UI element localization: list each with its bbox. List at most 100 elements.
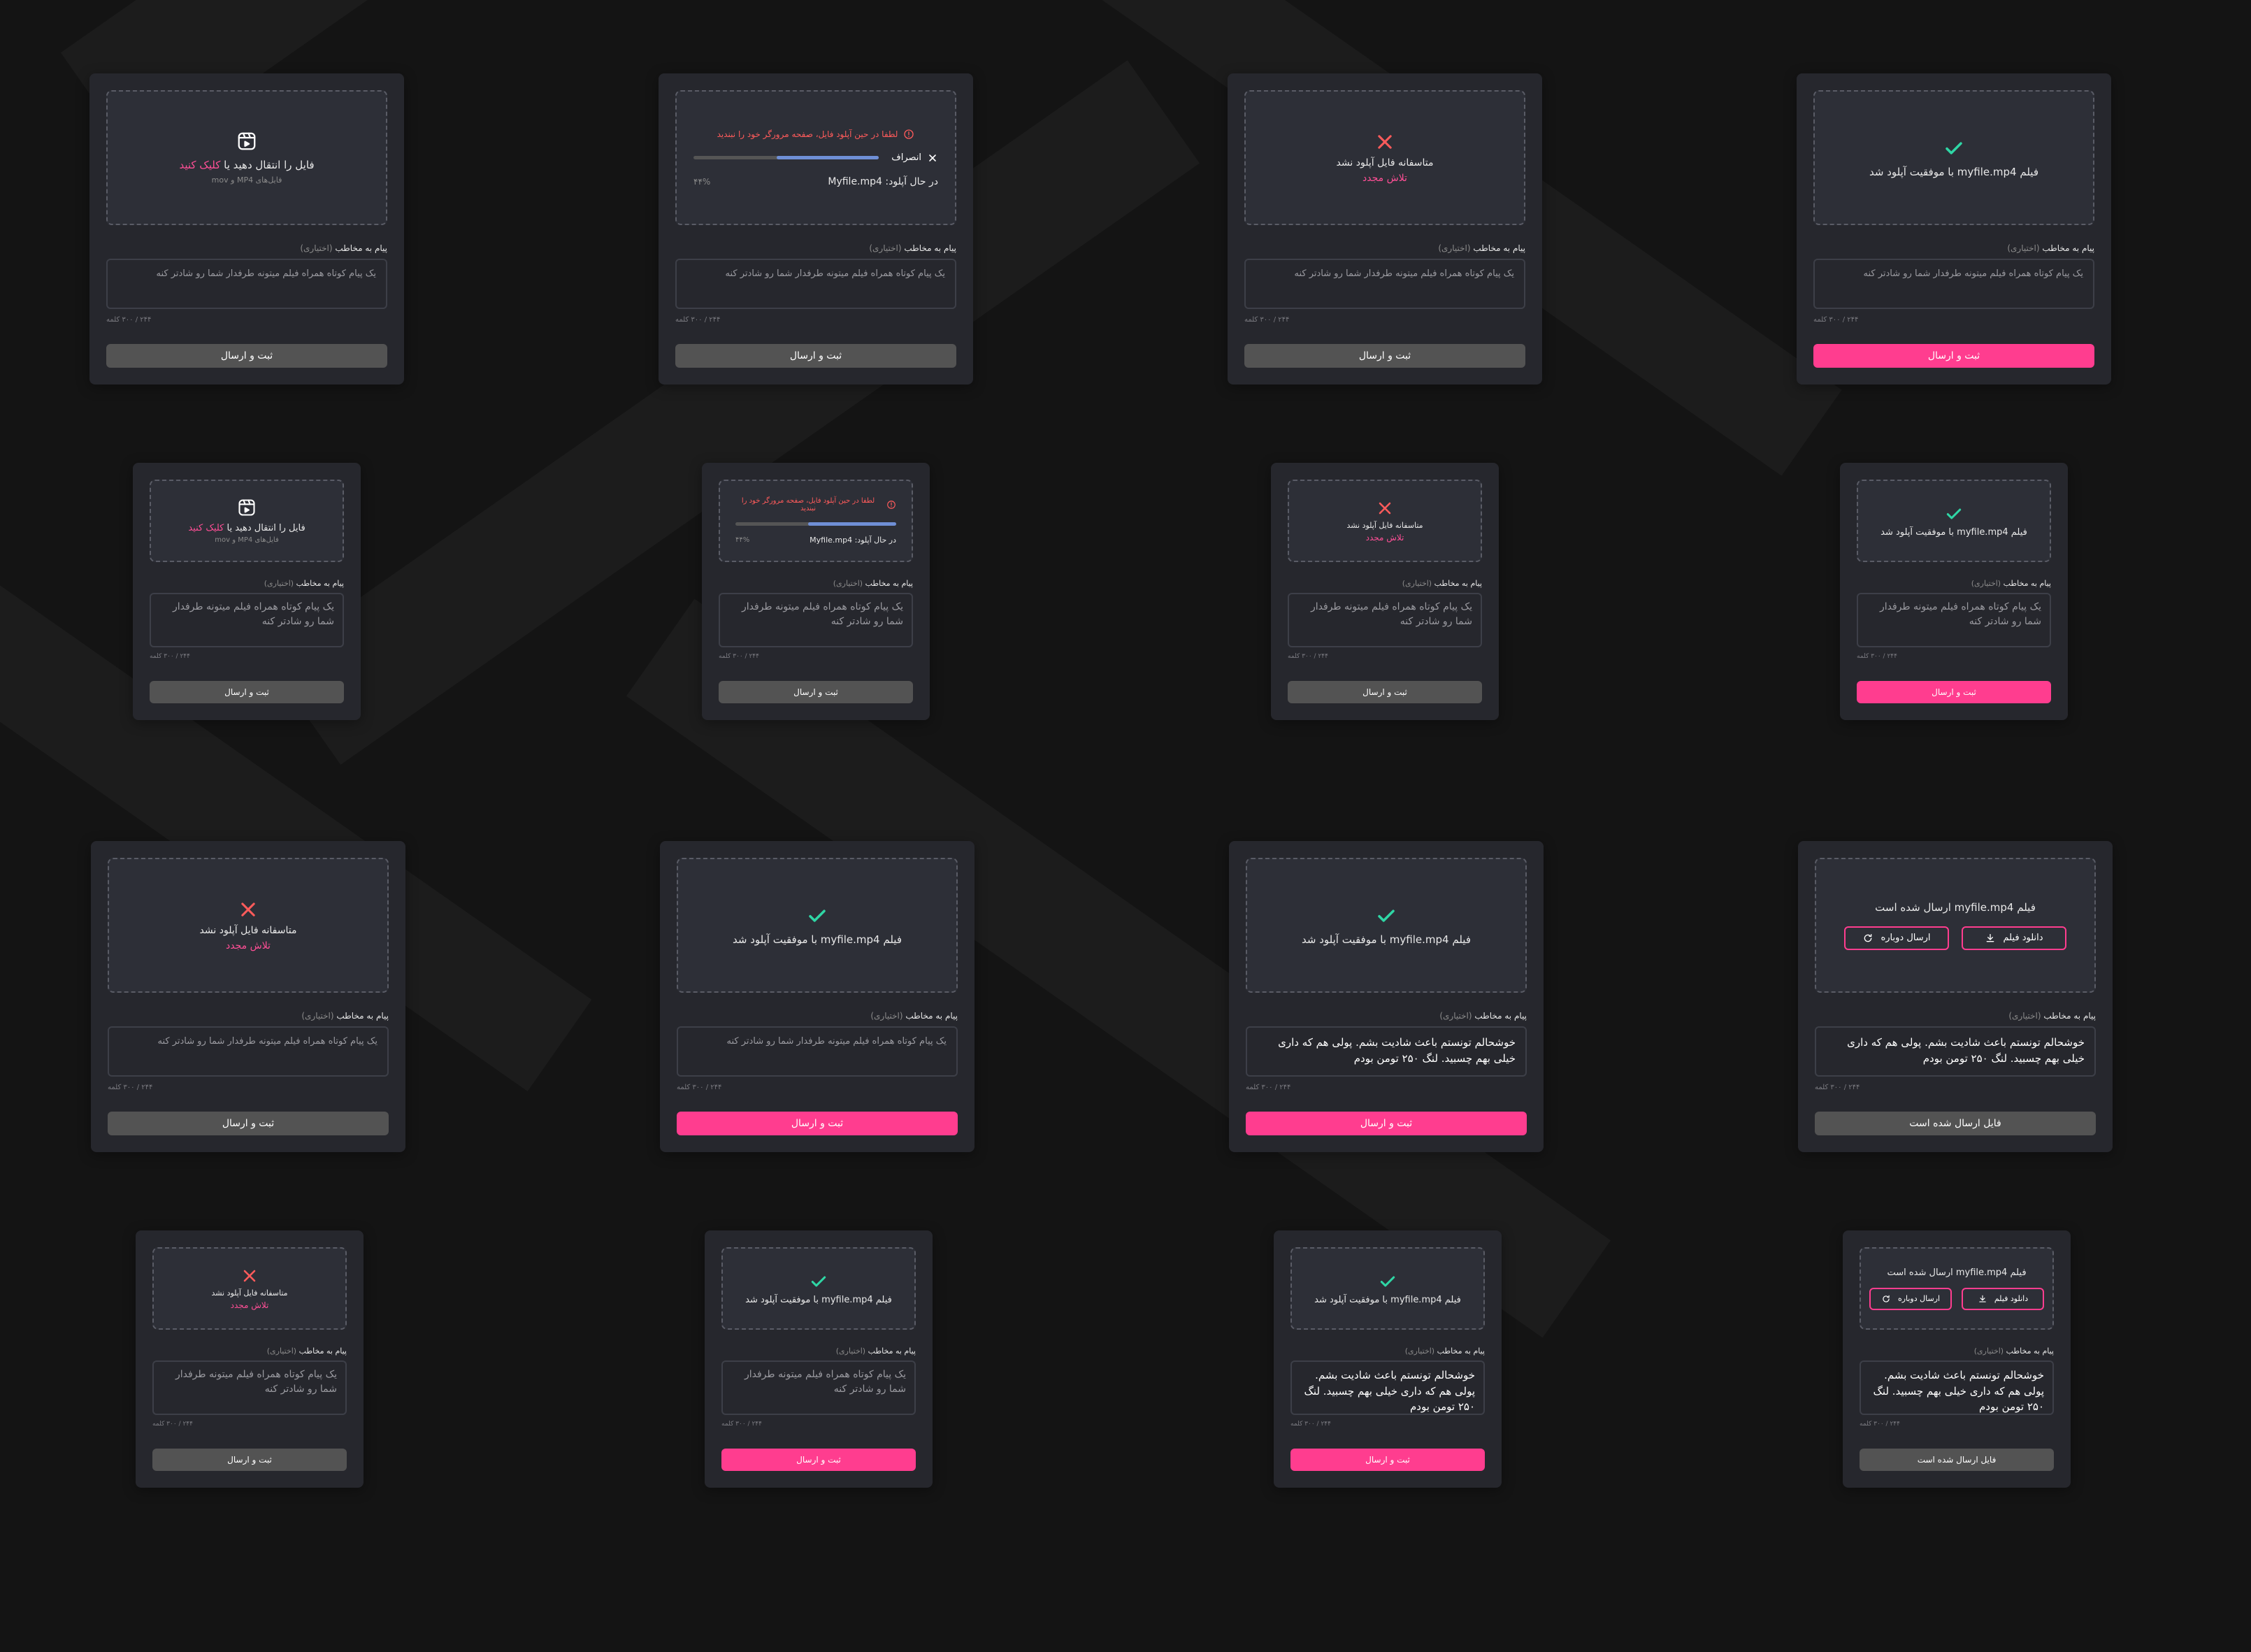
word-counter: ۲۴۴ / ۳۰۰ کلمه bbox=[677, 1084, 722, 1091]
success-message: فیلم myfile.mp4 با موفقیت آپلود شد bbox=[1880, 526, 2027, 538]
drop-zone[interactable]: فیلم myfile.mp4 با موفقیت آپلود شد bbox=[1813, 90, 2094, 225]
file-formats: فایل‌های MP4 و mov bbox=[211, 175, 282, 185]
drop-zone[interactable]: فیلم myfile.mp4 با موفقیت آپلود شد bbox=[1857, 480, 2051, 562]
message-textarea[interactable]: خوشحالم تونستم باعث شادیت بشم. پولی هم ک… bbox=[1246, 1026, 1527, 1077]
download-video-button[interactable]: دانلود فیلم bbox=[1962, 926, 2066, 950]
error-x-icon bbox=[1375, 132, 1395, 152]
resend-button[interactable]: ارسال دوباره bbox=[1869, 1287, 1952, 1310]
word-counter: ۲۴۴ / ۳۰۰ کلمه bbox=[675, 316, 721, 324]
progress-bar bbox=[693, 156, 879, 159]
upload-card: متاسفانه فایل آپلود نشد تلاش مجدد پیام ب… bbox=[1228, 73, 1542, 385]
word-counter: ۲۴۴ / ۳۰۰ کلمه bbox=[1857, 653, 1897, 660]
submit-button[interactable]: ثبت و ارسال bbox=[1244, 344, 1525, 368]
message-textarea[interactable]: خوشحالم تونستم باعث شادیت بشم. پولی هم ک… bbox=[1860, 1360, 2054, 1415]
submit-button[interactable]: ثبت و ارسال bbox=[108, 1112, 389, 1135]
file-sent-button[interactable]: فایل ارسال شده است bbox=[1815, 1112, 2096, 1135]
drop-zone[interactable]: متاسفانه فایل آپلود نشد تلاش مجدد bbox=[1288, 480, 1482, 562]
message-label: پیام به مخاطب (اختیاری) bbox=[266, 1346, 347, 1356]
message-label: پیام به مخاطب (اختیاری) bbox=[870, 1011, 958, 1021]
success-message: فیلم myfile.mp4 با موفقیت آپلود شد bbox=[1314, 1294, 1461, 1305]
download-video-button[interactable]: دانلود فیلم bbox=[1962, 1287, 2044, 1310]
message-label: پیام به مخاطب (اختیاری) bbox=[1971, 579, 2051, 588]
message-textarea[interactable]: یک پیام کوتاه همراه فیلم میتونه طرفدار ش… bbox=[721, 1360, 916, 1415]
retry-link[interactable]: تلاش مجدد bbox=[231, 1300, 269, 1310]
download-icon bbox=[1985, 933, 1996, 944]
video-icon bbox=[237, 498, 257, 517]
drop-zone[interactable]: فیلم myfile.mp4 با موفقیت آپلود شد bbox=[721, 1247, 916, 1330]
message-textarea[interactable]: یک پیام کوتاه همراه فیلم میتونه طرفدار ش… bbox=[152, 1360, 347, 1415]
click-link[interactable]: کلیک کنید bbox=[188, 523, 224, 533]
message-textarea[interactable]: یک پیام کوتاه همراه فیلم میتونه طرفدار ش… bbox=[675, 259, 956, 309]
submit-button[interactable]: ثبت و ارسال bbox=[106, 344, 387, 368]
message-label: پیام به مخاطب (اختیاری) bbox=[833, 579, 913, 588]
message-textarea[interactable]: خوشحالم تونستم باعث شادیت بشم. پولی هم ک… bbox=[1290, 1360, 1485, 1415]
submit-button[interactable]: ثبت و ارسال bbox=[150, 681, 344, 703]
file-sent-button[interactable]: فایل ارسال شده است bbox=[1860, 1449, 2054, 1471]
drop-zone[interactable]: فیلم myfile.mp4 با موفقیت آپلود شد bbox=[1290, 1247, 1485, 1330]
error-x-icon bbox=[241, 1267, 258, 1284]
submit-button[interactable]: ثبت و ارسال bbox=[719, 681, 913, 703]
drop-zone[interactable]: فیلم myfile.mp4 ارسال شده است دانلود فیل… bbox=[1815, 858, 2096, 993]
submit-button[interactable]: ثبت و ارسال bbox=[1288, 681, 1482, 703]
message-textarea[interactable]: یک پیام کوتاه همراه فیلم میتونه طرفدار ش… bbox=[1244, 259, 1525, 309]
drop-zone[interactable]: متاسفانه فایل آپلود نشد تلاش مجدد bbox=[108, 858, 389, 993]
message-label: پیام به مخاطب (اختیاری) bbox=[869, 243, 956, 253]
message-textarea[interactable]: یک پیام کوتاه همراه فیلم میتونه طرفدار ش… bbox=[719, 593, 913, 647]
drop-zone[interactable]: فیلم myfile.mp4 ارسال شده است دانلود فیل… bbox=[1860, 1247, 2054, 1330]
click-link[interactable]: کلیک کنید bbox=[179, 159, 220, 171]
drop-zone[interactable]: فایل را انتقال دهید یا کلیک کنید فایل‌ها… bbox=[106, 90, 387, 225]
retry-link[interactable]: تلاش مجدد bbox=[1362, 173, 1407, 184]
word-counter: ۲۴۴ / ۳۰۰ کلمه bbox=[1815, 1084, 1860, 1091]
message-textarea[interactable]: یک پیام کوتاه همراه فیلم میتونه طرفدار ش… bbox=[1813, 259, 2094, 309]
word-counter: ۲۴۴ / ۳۰۰ کلمه bbox=[1860, 1421, 1900, 1428]
submit-button[interactable]: ثبت و ارسال bbox=[675, 344, 956, 368]
message-textarea[interactable]: یک پیام کوتاه همراه فیلم میتونه طرفدار ش… bbox=[677, 1026, 958, 1077]
sent-message: فیلم myfile.mp4 ارسال شده است bbox=[1875, 900, 2036, 914]
word-counter: ۲۴۴ / ۳۰۰ کلمه bbox=[1246, 1084, 1291, 1091]
submit-button[interactable]: ثبت و ارسال bbox=[721, 1449, 916, 1471]
submit-button[interactable]: ثبت و ارسال bbox=[1813, 344, 2094, 368]
message-textarea[interactable]: یک پیام کوتاه همراه فیلم میتونه طرفدار ش… bbox=[106, 259, 387, 309]
word-counter: ۲۴۴ / ۳۰۰ کلمه bbox=[1244, 316, 1290, 324]
submit-button[interactable]: ثبت و ارسال bbox=[677, 1112, 958, 1135]
drop-zone[interactable]: لطفا در حین آپلود فایل، صفحه مرورگر خود … bbox=[675, 90, 956, 225]
success-message: فیلم myfile.mp4 با موفقیت آپلود شد bbox=[1302, 933, 1471, 946]
upload-warning: لطفا در حین آپلود فایل، صفحه مرورگر خود … bbox=[735, 497, 896, 512]
close-icon bbox=[927, 152, 938, 164]
message-label: پیام به مخاطب (اختیاری) bbox=[2008, 1011, 2096, 1021]
progress-fill bbox=[807, 522, 896, 526]
message-textarea[interactable]: خوشحالم تونستم باعث شادیت بشم. پولی هم ک… bbox=[1815, 1026, 2096, 1077]
resend-button[interactable]: ارسال دوباره bbox=[1844, 926, 1949, 950]
check-icon bbox=[1376, 905, 1397, 926]
message-textarea[interactable]: یک پیام کوتاه همراه فیلم میتونه طرفدار ش… bbox=[150, 593, 344, 647]
message-textarea[interactable]: یک پیام کوتاه همراه فیلم میتونه طرفدار ش… bbox=[108, 1026, 389, 1077]
drop-zone[interactable]: لطفا در حین آپلود فایل، صفحه مرورگر خود … bbox=[719, 480, 913, 562]
upload-card: فیلم myfile.mp4 با موفقیت آپلود شد پیام … bbox=[705, 1230, 933, 1488]
drop-zone[interactable]: فیلم myfile.mp4 با موفقیت آپلود شد bbox=[677, 858, 958, 993]
submit-button[interactable]: ثبت و ارسال bbox=[1857, 681, 2051, 703]
check-icon bbox=[1379, 1272, 1397, 1291]
upload-card: فایل را انتقال دهید یا کلیک کنید فایل‌ها… bbox=[89, 73, 404, 385]
word-counter: ۲۴۴ / ۳۰۰ کلمه bbox=[719, 653, 759, 660]
progress-fill bbox=[777, 156, 879, 159]
file-formats: فایل‌های MP4 و mov bbox=[215, 536, 279, 544]
drop-zone[interactable]: متاسفانه فایل آپلود نشد تلاش مجدد bbox=[152, 1247, 347, 1330]
drop-zone[interactable]: فایل را انتقال دهید یا کلیک کنید فایل‌ها… bbox=[150, 480, 344, 562]
message-label: پیام به مخاطب (اختیاری) bbox=[835, 1346, 916, 1356]
retry-link[interactable]: تلاش مجدد bbox=[226, 940, 271, 951]
submit-button[interactable]: ثبت و ارسال bbox=[1290, 1449, 1485, 1471]
message-textarea[interactable]: یک پیام کوتاه همراه فیلم میتونه طرفدار ش… bbox=[1288, 593, 1482, 647]
submit-button[interactable]: ثبت و ارسال bbox=[152, 1449, 347, 1471]
retry-link[interactable]: تلاش مجدد bbox=[1366, 533, 1404, 543]
cancel-upload[interactable]: انصراف bbox=[891, 152, 938, 164]
upload-status: در حال آپلود: Myfile.mp4 bbox=[828, 175, 938, 187]
message-label: پیام به مخاطب (اختیاری) bbox=[1439, 1011, 1527, 1021]
drop-zone[interactable]: فیلم myfile.mp4 با موفقیت آپلود شد bbox=[1246, 858, 1527, 993]
drop-zone[interactable]: متاسفانه فایل آپلود نشد تلاش مجدد bbox=[1244, 90, 1525, 225]
word-counter: ۲۴۴ / ۳۰۰ کلمه bbox=[1288, 653, 1328, 660]
word-counter: ۲۴۴ / ۳۰۰ کلمه bbox=[108, 1084, 153, 1091]
submit-button[interactable]: ثبت و ارسال bbox=[1246, 1112, 1527, 1135]
refresh-icon bbox=[1881, 1294, 1891, 1304]
upload-percent: ۴۴% bbox=[735, 536, 750, 544]
message-textarea[interactable]: یک پیام کوتاه همراه فیلم میتونه طرفدار ش… bbox=[1857, 593, 2051, 647]
